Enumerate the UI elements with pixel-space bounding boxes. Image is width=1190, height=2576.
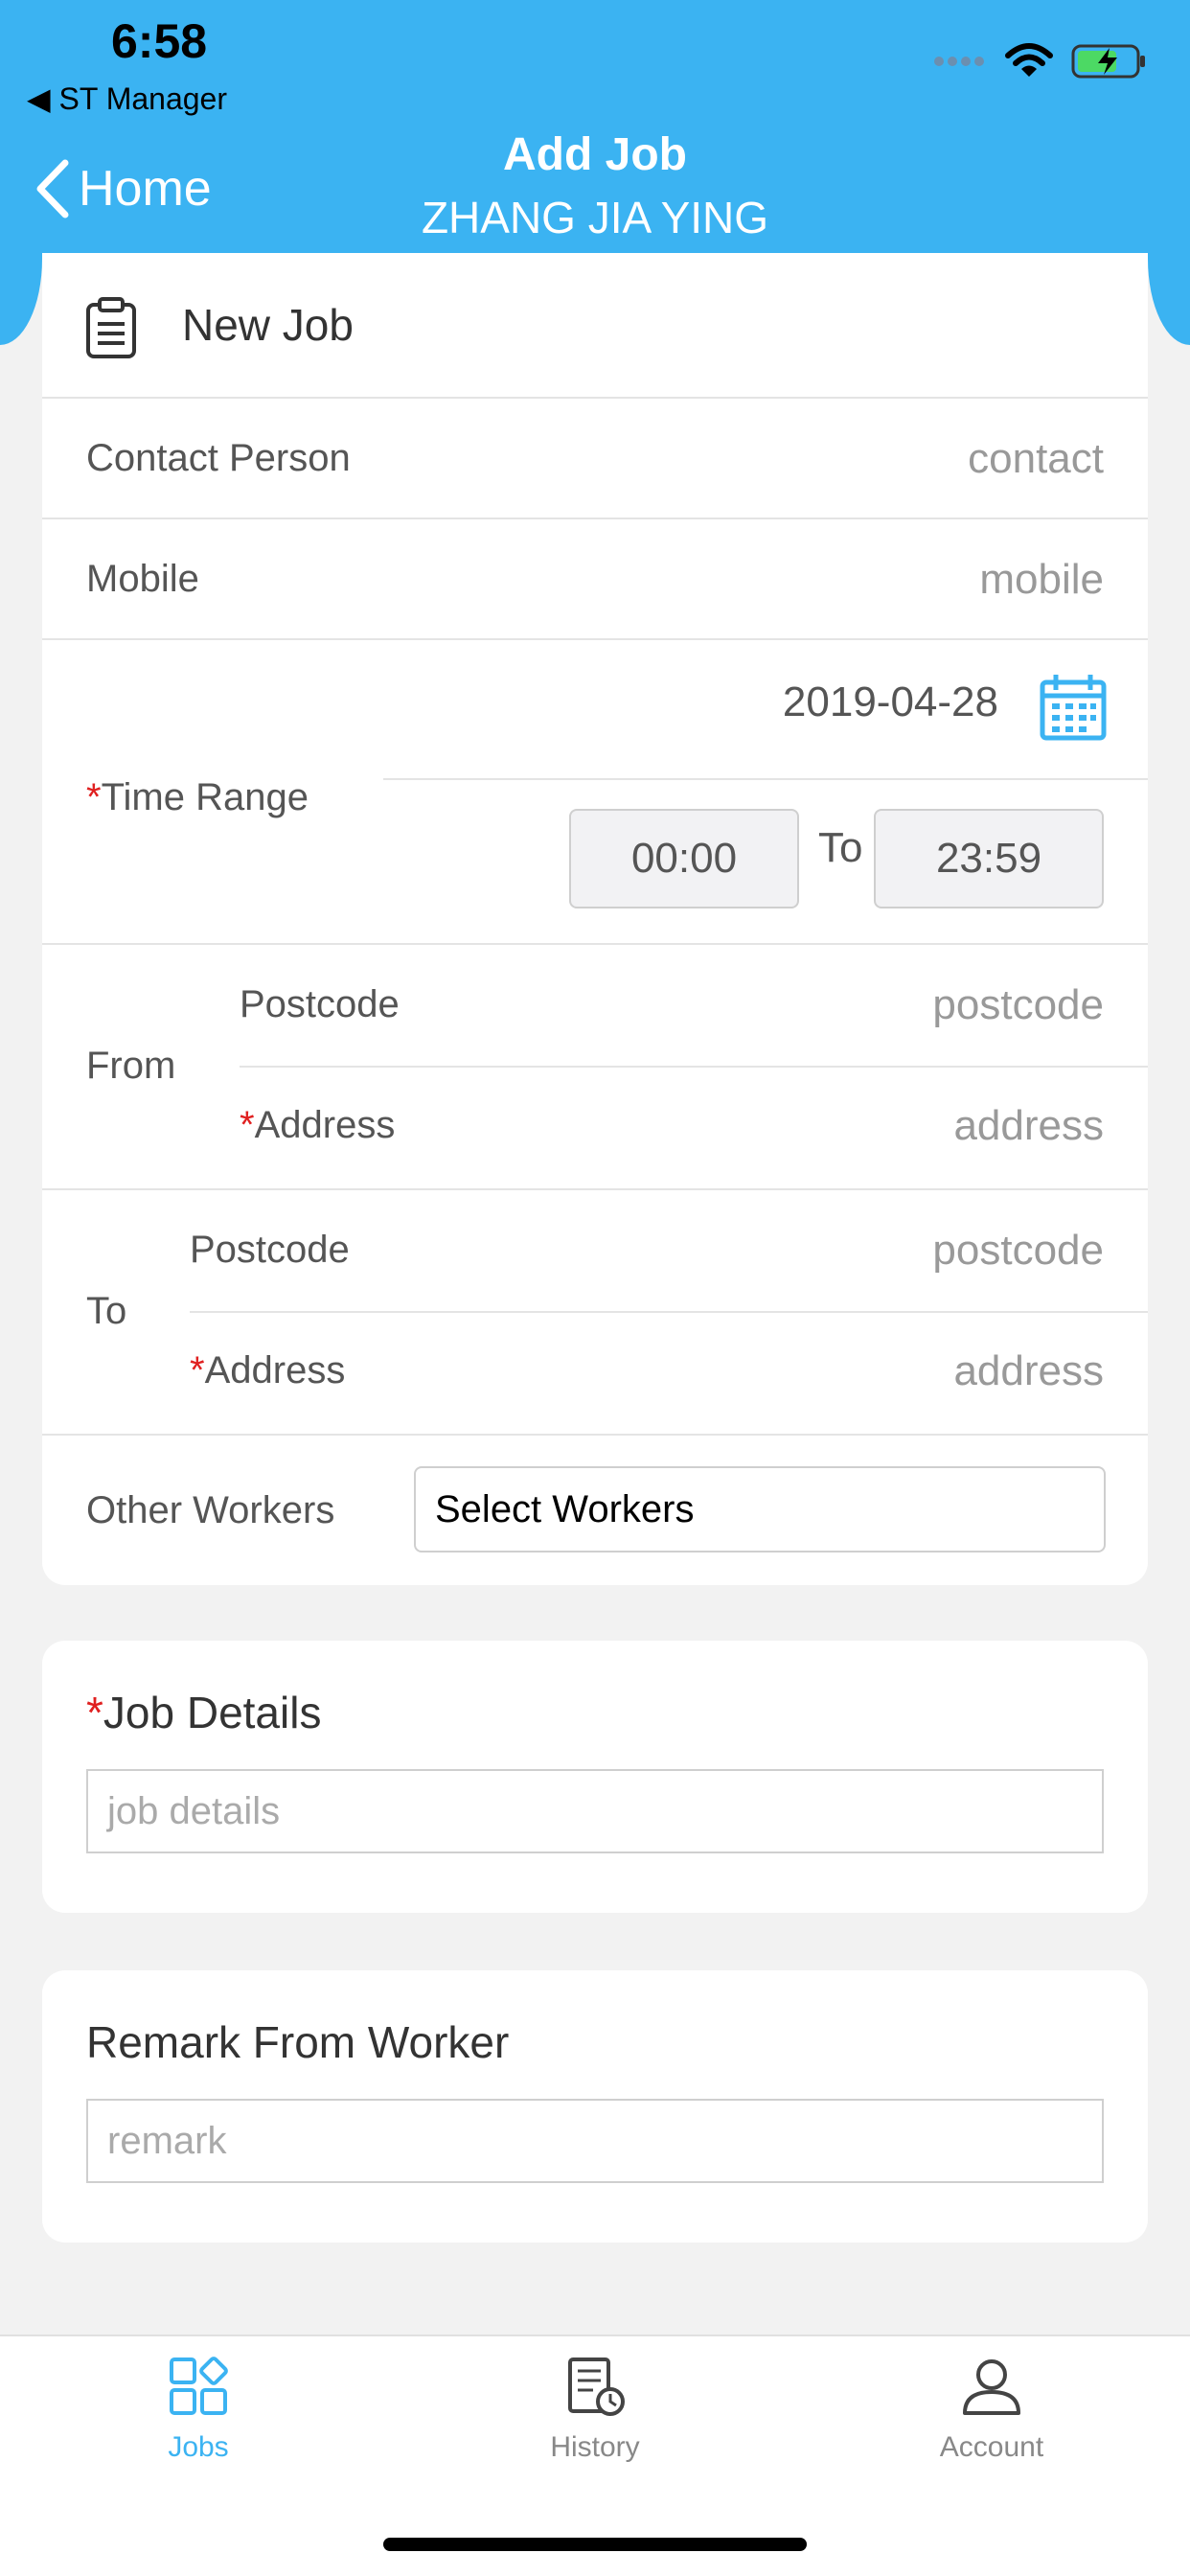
from-postcode-label: Postcode: [240, 983, 400, 1025]
select-workers-button[interactable]: Select Workers: [414, 1466, 1106, 1552]
from-postcode-input[interactable]: postcode: [932, 981, 1104, 1029]
from-address-input[interactable]: address: [953, 1102, 1104, 1150]
clipboard-icon: [86, 297, 136, 358]
other-workers-label: Other Workers: [86, 1489, 335, 1531]
divider: [240, 1066, 1148, 1068]
to-label: To: [86, 1290, 127, 1332]
remark-input[interactable]: remark: [86, 2099, 1104, 2183]
contact-input[interactable]: contact: [968, 435, 1104, 483]
job-details-text: Job Details: [103, 1688, 322, 1737]
to-row: To Postcode postcode *Address address: [42, 1190, 1148, 1436]
tab-label: Account: [939, 2431, 1044, 2463]
required-mark: *: [240, 1104, 255, 1146]
grid-icon: [170, 2357, 228, 2415]
contact-row: Contact Person contact: [42, 399, 1148, 519]
header-curve: [0, 259, 42, 345]
remark-card: Remark From Worker remark: [42, 1970, 1148, 2242]
divider: [383, 778, 1148, 780]
header-curve: [1148, 259, 1190, 345]
form-section-title: New Job: [182, 300, 354, 350]
tab-history[interactable]: History: [397, 2356, 793, 2464]
required-mark: *: [86, 776, 102, 818]
status-icons: [933, 42, 1148, 80]
page-subtitle: ZHANG JIA YING: [421, 193, 769, 242]
tab-account[interactable]: Account: [793, 2356, 1190, 2464]
status-time: 6:58: [111, 14, 208, 68]
tab-jobs[interactable]: Jobs: [0, 2356, 397, 2464]
mobile-input[interactable]: mobile: [979, 556, 1104, 604]
user-icon: [963, 2359, 1020, 2415]
to-address-input[interactable]: address: [953, 1347, 1104, 1395]
to-postcode-label: Postcode: [190, 1229, 350, 1271]
job-details-input[interactable]: job details: [86, 1769, 1104, 1853]
mobile-label: Mobile: [86, 558, 199, 600]
required-mark: *: [190, 1349, 205, 1392]
mobile-row: Mobile mobile: [42, 519, 1148, 640]
time-range-text: Time Range: [101, 776, 309, 818]
signal-icon: [934, 57, 984, 66]
to-address-text: Address: [204, 1349, 346, 1392]
divider: [190, 1311, 1148, 1313]
battery-charging-icon: [1071, 44, 1145, 79]
date-value[interactable]: 2019-04-28: [783, 678, 998, 726]
remark-title: Remark From Worker: [86, 2017, 510, 2067]
from-address-text: Address: [254, 1104, 396, 1146]
contact-label: Contact Person: [86, 437, 351, 479]
to-address-label: *Address: [190, 1349, 345, 1392]
history-icon: [568, 2358, 625, 2416]
job-form-card: New Job Contact Person contact Mobile mo…: [42, 253, 1148, 1585]
page-title: Add Job: [503, 129, 687, 180]
form-header: New Job: [42, 253, 1148, 399]
job-details-title: *Job Details: [86, 1687, 321, 1738]
status-back-to-app[interactable]: ◀ ST Manager: [27, 80, 227, 117]
to-postcode-input[interactable]: postcode: [932, 1227, 1104, 1275]
wifi-icon: [1005, 43, 1053, 77]
tab-label: History: [550, 2431, 640, 2463]
home-indicator[interactable]: [383, 2538, 807, 2551]
required-mark: *: [86, 1688, 103, 1737]
from-row: From Postcode postcode *Address address: [42, 945, 1148, 1190]
end-time-picker[interactable]: 23:59: [874, 809, 1104, 908]
time-to-label: To: [818, 824, 863, 871]
calendar-icon[interactable]: [1039, 673, 1108, 742]
start-time-picker[interactable]: 00:00: [569, 809, 799, 908]
from-address-label: *Address: [240, 1104, 395, 1147]
job-details-card: *Job Details job details: [42, 1641, 1148, 1913]
tab-label: Jobs: [168, 2431, 229, 2463]
from-label: From: [86, 1045, 176, 1087]
time-range-label: *Time Range: [86, 776, 309, 819]
